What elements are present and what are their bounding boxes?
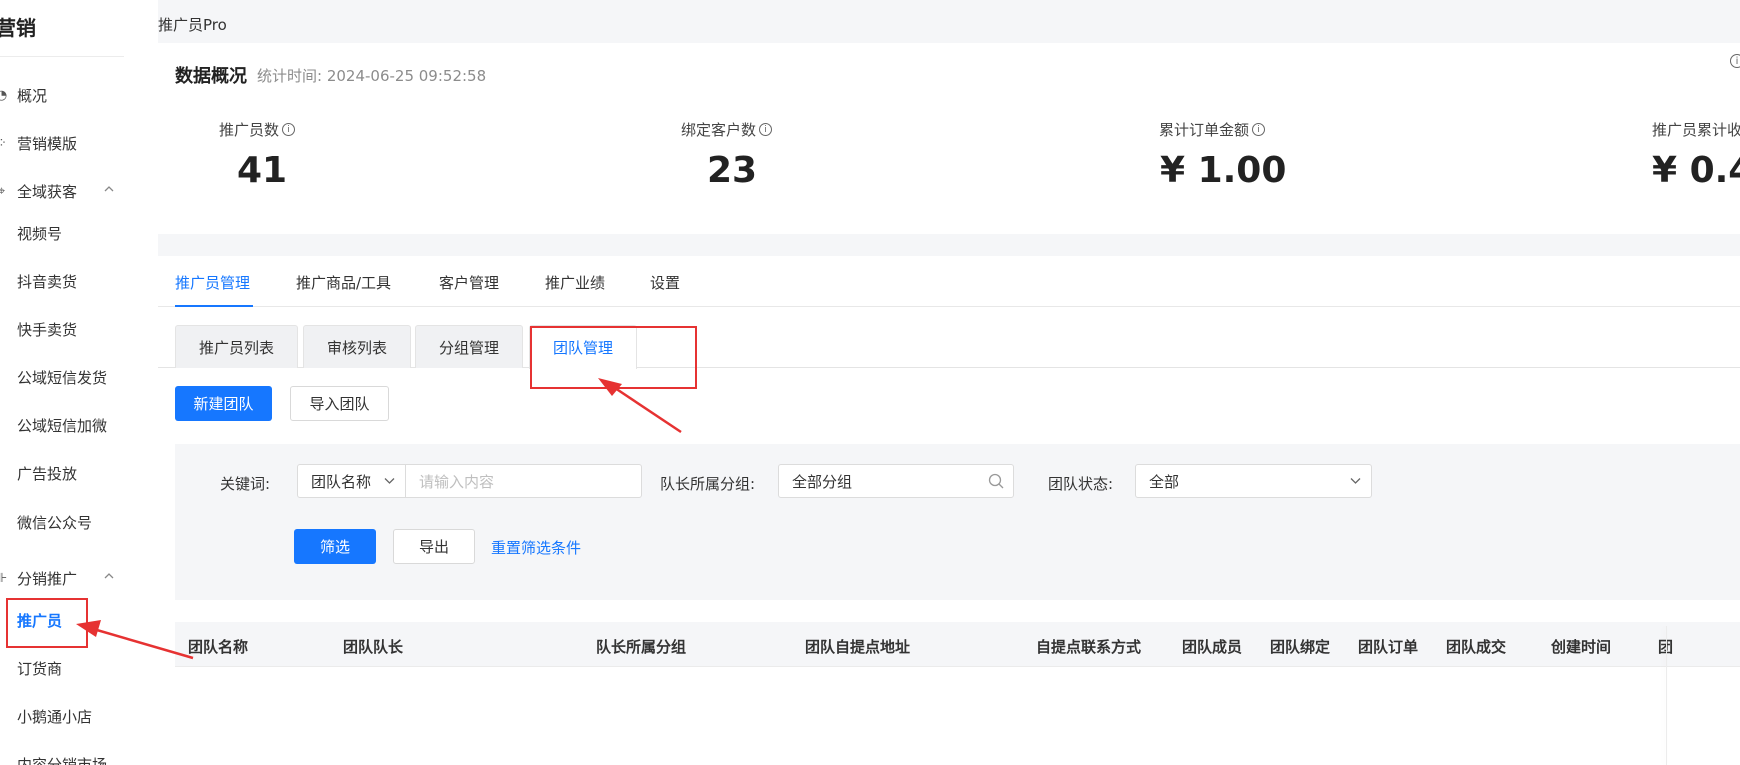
arrow-to-team-tab — [598, 378, 682, 434]
annotation-arrows — [76, 378, 682, 660]
arrow-to-promoter-item — [76, 620, 194, 660]
